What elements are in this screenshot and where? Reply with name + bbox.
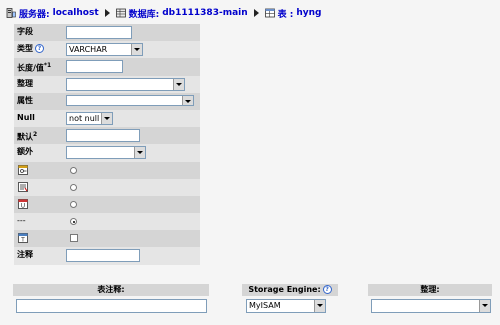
unique-radio[interactable] (70, 200, 77, 208)
type-select[interactable]: VARCHAR (66, 43, 143, 57)
breadcrumb-separator-icon (104, 9, 110, 17)
server-icon (6, 8, 16, 18)
help-icon[interactable]: ? (322, 285, 332, 294)
extra-label: 额外 (17, 147, 33, 157)
svg-text:U: U (21, 202, 25, 209)
svg-text:T: T (20, 237, 25, 244)
length-input[interactable] (66, 60, 123, 74)
fulltext-icon: T (18, 233, 28, 243)
chevron-down-icon (173, 78, 184, 90)
null-select[interactable]: not null (66, 111, 113, 125)
chevron-down-icon (134, 147, 145, 159)
table-label[interactable]: 表 : (278, 7, 294, 20)
database-label[interactable]: 数据库: (129, 7, 160, 20)
database-value[interactable]: db1111383-main (162, 8, 247, 18)
row-fulltext: T (14, 230, 200, 248)
index-radio[interactable] (70, 183, 77, 191)
row-type: 类型? VARCHAR (14, 41, 200, 59)
server-value[interactable]: localhost (53, 8, 99, 18)
row-field: 字段 (14, 24, 200, 42)
field-label: 字段 (17, 27, 33, 36)
help-icon[interactable]: ? (35, 44, 44, 54)
type-select-value: VARCHAR (69, 45, 108, 55)
row-no-index: --- (14, 213, 200, 231)
row-null: Null not null (14, 109, 200, 128)
row-extra: 额外 (14, 144, 200, 162)
no-index-label: --- (17, 216, 26, 226)
breadcrumb: 服务器: localhost 数据库: db1111383-main 表 : h… (6, 6, 322, 20)
table-value[interactable]: hyng (296, 8, 321, 18)
row-default: 默认2 (14, 127, 200, 145)
field-definition-table: 字段 类型? VARCHAR 长度/值*1 整理 属性 Null not nul… (14, 24, 200, 265)
chevron-down-icon (479, 300, 490, 312)
chevron-down-icon (131, 44, 142, 56)
collation-label: 整理 (17, 78, 33, 88)
comment-input[interactable] (66, 249, 140, 263)
storage-engine-label: Storage Engine: (248, 285, 321, 294)
field-name-input[interactable] (66, 26, 132, 39)
extra-select[interactable] (66, 146, 146, 160)
row-primary-key (14, 161, 200, 179)
row-comment: 注释 (14, 247, 200, 265)
primary-key-radio[interactable] (70, 166, 77, 174)
table-collation-header: 整理: (368, 284, 492, 296)
breadcrumb-separator-icon (253, 9, 259, 17)
fulltext-checkbox[interactable] (70, 234, 78, 243)
length-label: 长度/值*1 (17, 62, 52, 74)
primary-key-icon (18, 164, 28, 175)
null-select-value: not null (69, 113, 100, 123)
type-label: 类型? (17, 44, 44, 54)
database-icon (115, 8, 126, 18)
row-unique: U (14, 195, 200, 214)
table-comment-input[interactable] (16, 299, 207, 313)
table-collation-select[interactable] (371, 299, 491, 313)
attributes-select[interactable] (66, 94, 194, 106)
index-icon (18, 181, 28, 192)
default-label: 默认2 (17, 131, 38, 142)
row-attributes: 属性 (14, 92, 200, 110)
chevron-down-icon (182, 95, 193, 105)
row-length: 长度/值*1 (14, 58, 200, 76)
no-index-radio[interactable] (70, 218, 77, 226)
storage-engine-header: Storage Engine:? (242, 284, 338, 296)
default-input[interactable] (66, 129, 140, 143)
attributes-label: 属性 (17, 95, 33, 105)
row-collation: 整理 (14, 75, 200, 93)
chevron-down-icon (314, 300, 325, 312)
unique-icon: U (18, 198, 28, 209)
comment-label: 注释 (17, 250, 33, 260)
row-index (14, 178, 200, 196)
storage-engine-value: MyISAM (249, 301, 281, 310)
collation-select[interactable] (66, 77, 185, 91)
null-label: Null (17, 112, 35, 122)
chevron-down-icon (101, 112, 112, 124)
storage-engine-select[interactable]: MyISAM (246, 299, 326, 313)
table-icon (264, 8, 275, 18)
table-comment-header: 表注释: (13, 284, 209, 296)
server-label[interactable]: 服务器: (19, 7, 50, 20)
